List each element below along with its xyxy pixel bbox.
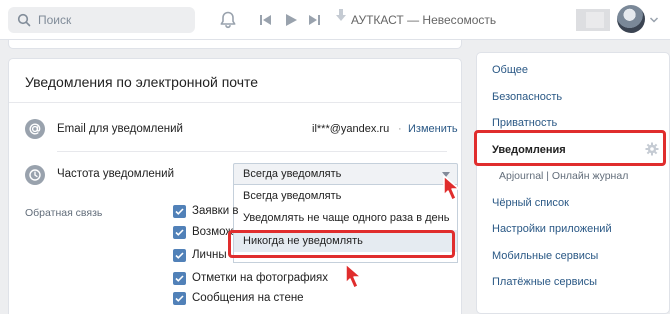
separator-dot: ·	[398, 123, 402, 135]
blurred-username[interactable]	[576, 9, 610, 31]
frequency-selected-value: Всегда уведомлять	[243, 168, 342, 180]
dropdown-option-never[interactable]: Никогда не уведомлять	[234, 230, 457, 252]
frequency-label: Частота уведомлений	[57, 168, 175, 180]
gear-icon[interactable]	[645, 142, 659, 156]
checkbox-checked[interactable]	[173, 205, 186, 218]
change-email-link[interactable]: Изменить	[408, 123, 458, 135]
checkbox-checked[interactable]	[173, 249, 186, 262]
clock-icon	[25, 165, 45, 185]
email-notifications-card: Уведомления по электронной почте Email д…	[8, 58, 462, 314]
page-title: Уведомления по электронной почте	[25, 74, 259, 90]
sidebar-item-mobile-services[interactable]: Мобильные сервисы	[492, 250, 598, 262]
frequency-select[interactable]: Всегда уведомлять	[233, 163, 458, 185]
feedback-label: Обратная связь	[25, 207, 103, 219]
at-sign-icon	[25, 119, 45, 139]
dropdown-option-daily[interactable]: Уведомлять не чаще одного раза в день	[234, 207, 457, 229]
settings-sidebar: Общее Безопасность Приватность Уведомлен…	[476, 52, 670, 314]
cursor-arrow-icon	[443, 175, 460, 201]
email-label: Email для уведомлений	[57, 123, 183, 135]
avatar[interactable]	[617, 5, 645, 33]
checkbox-label: Сообщения на стене	[192, 292, 304, 304]
now-playing-track[interactable]: АУТКАСТ — Невесомость	[351, 13, 496, 27]
download-arrow-icon	[336, 9, 346, 21]
chevron-down-icon[interactable]	[649, 16, 659, 24]
dropdown-option-always[interactable]: Всегда уведомлять	[234, 185, 457, 207]
top-header: АУТКАСТ — Невесомость	[0, 0, 670, 40]
sidebar-item-payment-services[interactable]: Платёжные сервисы	[492, 276, 597, 288]
search-box[interactable]	[8, 7, 195, 33]
sidebar-item-privacy[interactable]: Приватность	[492, 117, 557, 129]
sidebar-item-general[interactable]: Общее	[492, 64, 528, 76]
checkbox-label: Возмож	[192, 226, 234, 238]
checkbox-label: Личны	[192, 249, 227, 261]
search-icon	[17, 13, 31, 27]
divider	[57, 151, 447, 152]
email-value: il***@yandex.ru	[312, 123, 390, 135]
bell-icon[interactable]	[218, 10, 238, 30]
divider	[9, 102, 461, 103]
play-icon[interactable]	[283, 12, 299, 28]
sidebar-item-security[interactable]: Безопасность	[492, 91, 562, 103]
previous-track-icon[interactable]	[258, 12, 274, 28]
checkbox-checked[interactable]	[173, 272, 186, 285]
next-track-icon[interactable]	[306, 12, 322, 28]
previous-section-card	[8, 40, 462, 49]
checkbox-label: Заявки в	[192, 205, 239, 217]
search-input[interactable]	[38, 12, 188, 28]
sidebar-item-blacklist[interactable]: Чёрный список	[492, 197, 569, 209]
frequency-dropdown: Всегда уведомлять Уведомлять не чаще одн…	[233, 185, 458, 263]
checkbox-checked[interactable]	[173, 292, 186, 305]
checkbox-checked[interactable]	[173, 226, 186, 239]
checkbox-label: Отметки на фотографиях	[192, 272, 328, 284]
cursor-arrow-icon	[345, 263, 362, 289]
sidebar-item-notifications[interactable]: Уведомления	[492, 144, 566, 156]
sidebar-subitem-apjournal[interactable]: Apjournal | Онлайн журнал	[499, 170, 628, 182]
sidebar-item-app-settings[interactable]: Настройки приложений	[492, 223, 612, 235]
